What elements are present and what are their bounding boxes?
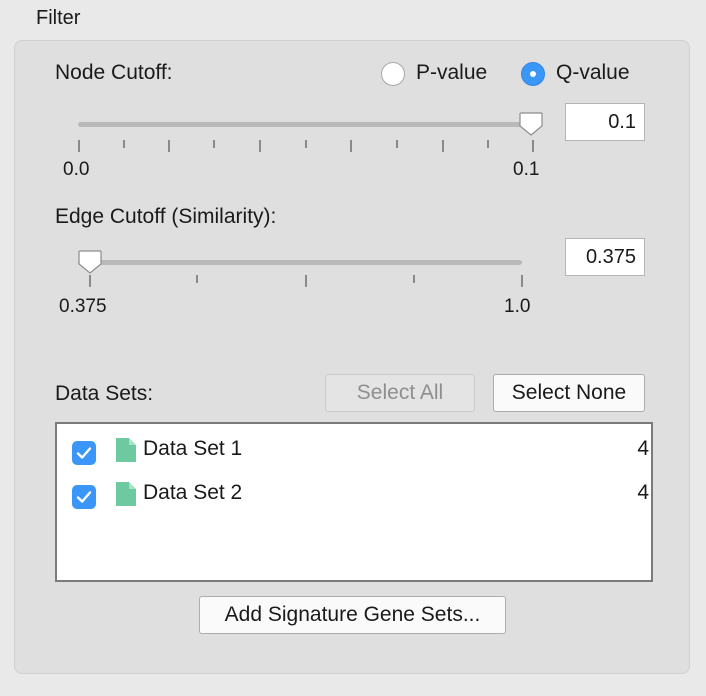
checkmark-icon bbox=[76, 447, 92, 459]
data-sets-list[interactable]: Data Set 1 4 Data Set 2 4 bbox=[55, 422, 653, 582]
edge-slider-min-label: 0.375 bbox=[59, 296, 107, 317]
data-set-1-count: 4 bbox=[637, 437, 649, 460]
node-slider-tick bbox=[442, 140, 444, 152]
add-signature-gene-sets-button[interactable]: Add Signature Gene Sets... bbox=[199, 596, 506, 634]
edge-slider-max-label: 1.0 bbox=[504, 296, 531, 317]
data-set-2-name: Data Set 2 bbox=[143, 481, 243, 504]
list-item[interactable]: Data Set 2 4 bbox=[57, 479, 651, 519]
p-value-radio-label[interactable]: P-value bbox=[416, 61, 487, 85]
node-slider-min-label: 0.0 bbox=[63, 159, 90, 180]
node-slider-tick bbox=[396, 140, 398, 148]
edge-slider-track[interactable] bbox=[78, 260, 522, 265]
select-none-button[interactable]: Select None bbox=[493, 374, 645, 412]
node-cutoff-value-field[interactable]: 0.1 bbox=[565, 103, 645, 141]
panel-title: Filter bbox=[36, 7, 81, 29]
edge-cutoff-label: Edge Cutoff (Similarity): bbox=[55, 205, 277, 228]
data-sets-label: Data Sets: bbox=[55, 382, 154, 405]
node-slider-max-label: 0.1 bbox=[513, 159, 540, 180]
edge-slider-tick bbox=[305, 275, 307, 287]
node-slider-tick bbox=[168, 140, 170, 152]
document-icon bbox=[116, 438, 136, 462]
edge-cutoff-value-field[interactable]: 0.375 bbox=[565, 238, 645, 276]
node-slider-tick bbox=[123, 140, 125, 148]
p-value-radio[interactable] bbox=[381, 62, 405, 86]
edge-slider-tick bbox=[196, 275, 198, 283]
node-slider-tick bbox=[259, 140, 261, 152]
node-cutoff-label: Node Cutoff: bbox=[55, 61, 173, 84]
edge-slider-tick bbox=[89, 275, 91, 287]
checkmark-icon bbox=[76, 491, 92, 503]
edge-slider-thumb-icon[interactable] bbox=[77, 249, 103, 275]
data-set-1-name: Data Set 1 bbox=[143, 437, 243, 460]
data-set-2-checkbox[interactable] bbox=[72, 485, 96, 509]
node-slider-tick bbox=[213, 140, 215, 148]
node-slider-thumb-icon[interactable] bbox=[518, 111, 544, 137]
node-slider-tick bbox=[78, 140, 80, 152]
select-all-button[interactable]: Select All bbox=[325, 374, 475, 412]
list-item[interactable]: Data Set 1 4 bbox=[57, 435, 651, 475]
q-value-radio-label[interactable]: Q-value bbox=[556, 61, 630, 85]
q-value-radio[interactable] bbox=[521, 62, 545, 86]
node-slider-tick bbox=[305, 140, 307, 148]
node-slider-tick bbox=[532, 140, 534, 152]
data-set-2-count: 4 bbox=[637, 481, 649, 504]
data-set-1-checkbox[interactable] bbox=[72, 441, 96, 465]
edge-slider-tick bbox=[413, 275, 415, 283]
filter-panel: Node Cutoff: P-value Q-value 0.0 0.1 0.1… bbox=[14, 40, 690, 674]
node-slider-track[interactable] bbox=[78, 122, 534, 127]
node-slider-tick bbox=[350, 140, 352, 152]
edge-slider-tick bbox=[521, 275, 523, 287]
node-slider-tick bbox=[487, 140, 489, 148]
document-icon bbox=[116, 482, 136, 506]
